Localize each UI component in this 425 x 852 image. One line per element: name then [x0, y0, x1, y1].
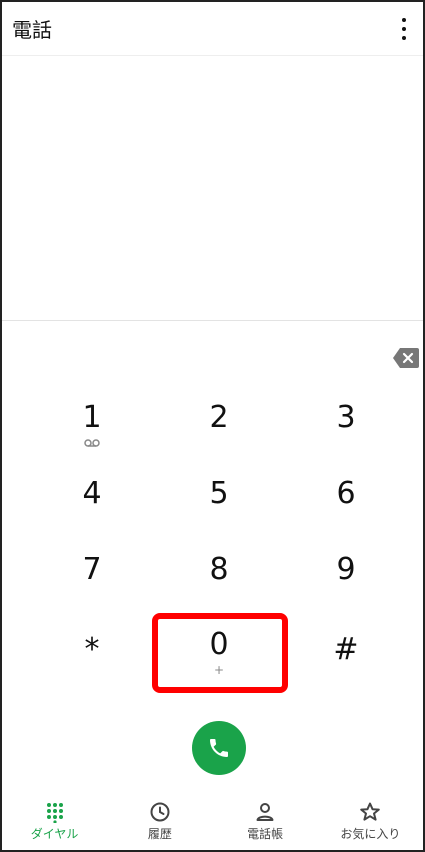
phone-icon	[210, 739, 228, 757]
nav-label-dial: ダイヤル	[30, 826, 79, 841]
dial-key-9[interactable]: 9	[291, 552, 401, 612]
clock-icon	[150, 802, 170, 821]
nav-item-dial[interactable]: ダイヤル	[2, 792, 107, 850]
dial-key-hash[interactable]: #	[291, 632, 401, 692]
dial-key-digit: 2	[209, 400, 229, 435]
dial-key-digit: 9	[336, 552, 356, 587]
dial-key-5[interactable]: 5	[164, 476, 274, 536]
nav-label-favorites: お気に入り	[340, 826, 401, 841]
dial-key-2[interactable]: 2	[164, 400, 274, 460]
more-options-icon[interactable]	[399, 18, 409, 40]
nav-item-history[interactable]: 履歴	[107, 792, 212, 850]
nav-item-favorites[interactable]: お気に入り	[318, 792, 423, 850]
highlight-box	[152, 613, 288, 693]
dial-key-3[interactable]: 3	[291, 400, 401, 460]
person-icon	[256, 802, 274, 821]
dial-key-6[interactable]: 6	[291, 476, 401, 536]
bottom-navigation: ダイヤル 履歴 電話帳 お気に入り	[2, 792, 423, 850]
dial-number-display	[2, 56, 423, 320]
dial-key-digit: 5	[209, 476, 229, 511]
dial-key-4[interactable]: 4	[37, 476, 147, 536]
backspace-icon[interactable]	[393, 348, 419, 368]
nav-item-contacts[interactable]: 電話帳	[213, 792, 318, 850]
app-bar: 電話	[2, 2, 423, 54]
dial-key-digit: *	[84, 632, 100, 667]
nav-label-contacts: 電話帳	[247, 826, 284, 841]
dial-key-8[interactable]: 8	[164, 552, 274, 612]
dial-key-digit: 1	[82, 400, 102, 435]
dial-key-digit: 3	[336, 400, 356, 435]
dial-key-digit: 8	[209, 552, 229, 587]
nav-label-history: 履歴	[147, 826, 172, 841]
dialpad-icon	[46, 802, 63, 823]
voicemail-icon	[84, 439, 100, 447]
dial-key-digit: 6	[336, 476, 356, 511]
dial-key-digit: #	[333, 632, 359, 667]
dial-key-digit: 4	[82, 476, 102, 511]
phone-frame: 電話 1 2 3 4 5 6 7 8 9 * 0 + # ダイヤル 履歴 電話帳…	[0, 0, 425, 852]
dial-key-digit: 7	[82, 552, 102, 587]
dial-key-star[interactable]: *	[37, 632, 147, 692]
dial-key-7[interactable]: 7	[37, 552, 147, 612]
dial-key-1[interactable]: 1	[37, 400, 147, 460]
call-button[interactable]	[192, 721, 246, 775]
page-title: 電話	[12, 18, 52, 42]
star-icon	[360, 802, 381, 821]
